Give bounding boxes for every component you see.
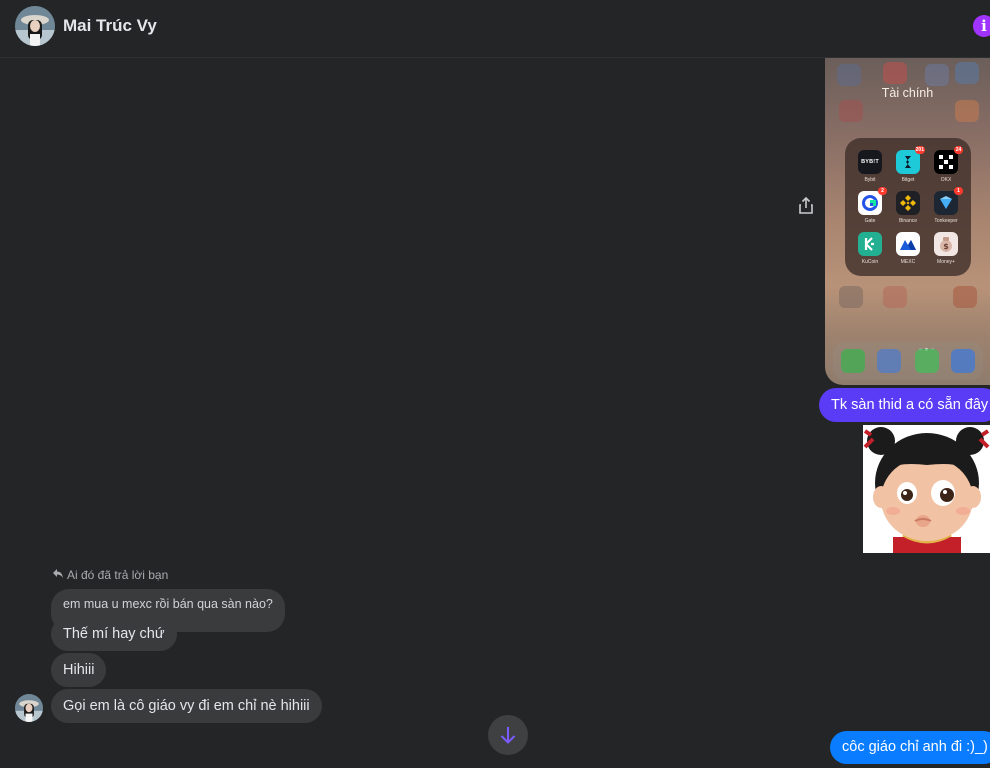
app-kucoin: KuCoin xyxy=(857,232,883,265)
app-bybit: BYB!T Bybit xyxy=(857,150,883,183)
reply-notice-text: Ai đó đã trả lời bạn xyxy=(67,568,169,582)
svg-text:$: $ xyxy=(943,242,949,251)
kucoin-icon xyxy=(858,232,882,256)
gate-icon: 2 xyxy=(858,187,887,215)
folder-title: Tài chính xyxy=(881,86,934,100)
bybit-icon: BYB!T xyxy=(858,150,882,174)
phone-dock xyxy=(833,342,983,380)
shared-screenshot-image[interactable]: Tài chính BYB!T Bybit 201 Bitget 24 OKX … xyxy=(825,58,990,385)
okx-icon: 24 xyxy=(934,146,963,174)
app-tonkeeper: 1 Tonkeeper xyxy=(933,187,963,224)
contact-name[interactable]: Mai Trúc Vy xyxy=(63,16,157,36)
reply-notice: Ai đó đã trả lời bạn xyxy=(52,568,168,582)
app-mexc: MEXC xyxy=(895,232,921,265)
outgoing-message[interactable]: côc giáo chỉ anh đi :)_) xyxy=(830,731,990,764)
binance-icon xyxy=(896,191,920,215)
app-gate: 2 Gate xyxy=(857,187,887,224)
sender-avatar[interactable] xyxy=(15,694,43,722)
contact-avatar[interactable] xyxy=(15,6,55,46)
sticker-girl-image[interactable] xyxy=(863,425,990,553)
outgoing-message[interactable]: Tk sàn thid a có sẵn đây xyxy=(819,388,990,422)
scroll-to-bottom-button[interactable] xyxy=(488,715,528,755)
money-bag-icon: $ xyxy=(934,232,958,256)
mexc-icon xyxy=(896,232,920,256)
share-icon[interactable] xyxy=(797,196,815,216)
reply-arrow-icon xyxy=(52,568,64,582)
incoming-message[interactable]: Gọi em là cô giáo vy đi em chỉ nè hihiii xyxy=(51,689,322,723)
chat-header: Mai Trúc Vy i xyxy=(0,0,990,58)
info-icon[interactable]: i xyxy=(973,15,990,37)
tonkeeper-icon: 1 xyxy=(934,187,963,215)
app-binance: Binance xyxy=(895,191,921,224)
incoming-message[interactable]: Thế mí hay chứ xyxy=(51,617,177,651)
incoming-message[interactable]: Hihiii xyxy=(51,653,107,687)
app-bitget: 201 Bitget xyxy=(895,146,925,183)
app-money-plus: $ Money+ xyxy=(933,232,959,265)
apps-folder: BYB!T Bybit 201 Bitget 24 OKX 2 Gate Bin… xyxy=(845,138,971,351)
bitget-icon: 201 xyxy=(896,146,925,174)
app-okx: 24 OKX xyxy=(933,146,963,183)
arrow-down-icon xyxy=(500,727,516,744)
